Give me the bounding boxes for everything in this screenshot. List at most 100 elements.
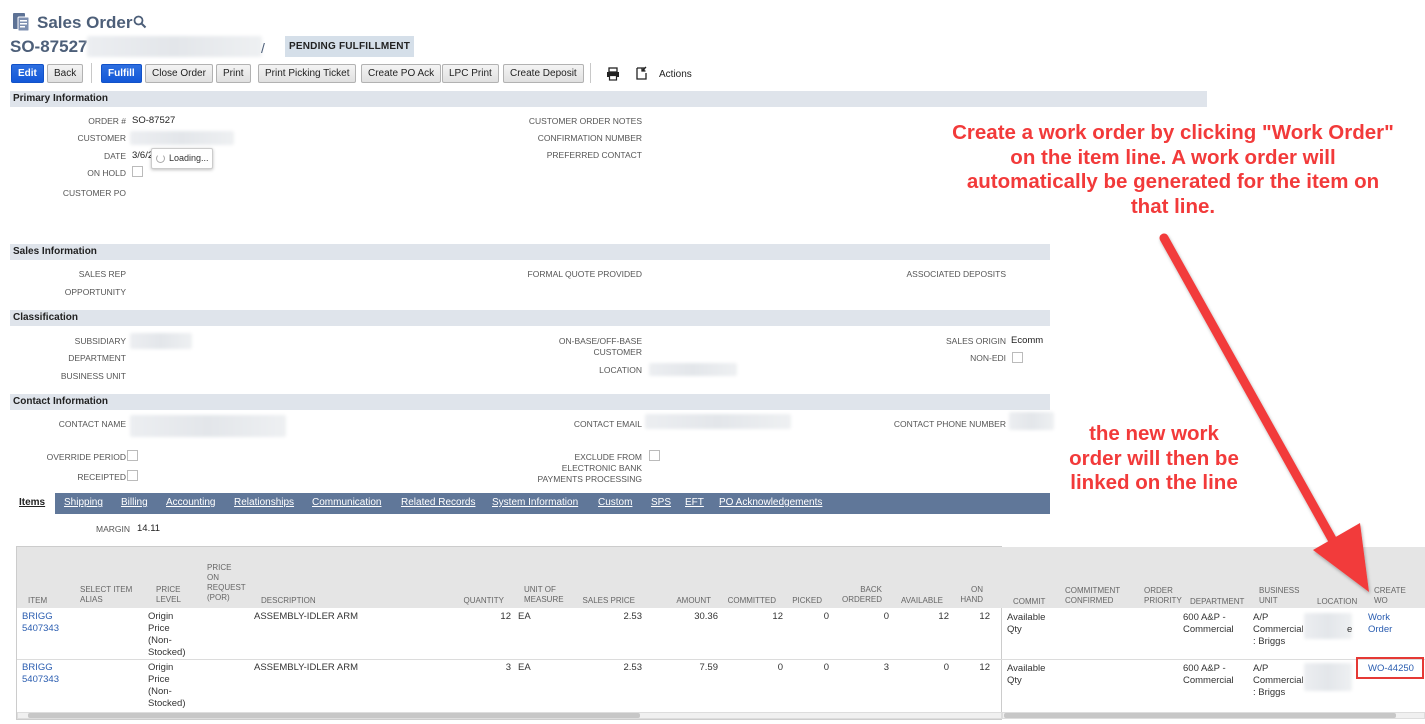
row1-price-level: Origin Price (Non- Stocked): [148, 611, 186, 658]
redacted-customer-name: [87, 36, 262, 57]
opportunity-label: OPPORTUNITY: [64, 287, 126, 297]
on-hold-label: ON HOLD: [87, 168, 126, 178]
col-header-business-unit[interactable]: BUSINESS UNIT: [1259, 586, 1299, 606]
search-icon[interactable]: [133, 15, 147, 29]
exclude-from-ebp-checkbox[interactable]: [649, 450, 660, 461]
tab-po-acknowledgements[interactable]: PO Acknowledgements: [719, 497, 822, 508]
row2-price-level: Origin Price (Non- Stocked): [148, 662, 186, 709]
contact-name-label: CONTACT NAME: [58, 419, 126, 429]
col-header-create-wo[interactable]: CREATE WO: [1374, 586, 1406, 606]
create-po-ack-button[interactable]: Create PO Ack: [361, 64, 442, 83]
redacted-contact-email: [645, 414, 791, 429]
sales-origin-label: SALES ORIGIN: [946, 336, 1006, 346]
lpc-print-button[interactable]: LPC Print: [442, 64, 499, 83]
col-header-location[interactable]: LOCATION: [1317, 597, 1357, 607]
receipted-label: RECEIPTED: [77, 472, 126, 482]
margin-value: 14.11: [137, 523, 161, 534]
col-header-committed[interactable]: COMMITTED: [728, 596, 776, 606]
items-table-scrollbar-thumb[interactable]: [28, 713, 640, 718]
on-hold-checkbox[interactable]: [132, 166, 143, 177]
close-order-button[interactable]: Close Order: [145, 64, 213, 83]
col-header-amount[interactable]: AMOUNT: [676, 596, 711, 606]
row1-business-unit: A/P Commercial : Briggs: [1253, 612, 1304, 647]
page-title: Sales Order: [37, 13, 133, 32]
items-table-continued-scrollbar-thumb[interactable]: [1004, 713, 1396, 718]
row2-quantity: 3: [505, 662, 511, 673]
fulfill-button[interactable]: Fulfill: [101, 64, 142, 83]
tab-communication[interactable]: Communication: [312, 497, 381, 508]
toolbar-divider: [91, 63, 92, 83]
section-sales-information[interactable]: Sales Information: [10, 244, 1050, 260]
print-button[interactable]: Print: [216, 64, 251, 83]
row2-business-unit: A/P Commercial : Briggs: [1253, 663, 1304, 698]
tab-billing[interactable]: Billing: [121, 497, 148, 508]
row1-back-ordered: 0: [883, 611, 889, 622]
location-label: LOCATION: [599, 365, 642, 375]
col-header-commit[interactable]: COMMIT: [1013, 597, 1045, 607]
section-contact-information[interactable]: Contact Information: [10, 394, 1050, 410]
linked-work-order-annotation: the new work order will then be linked o…: [1069, 422, 1239, 495]
title-separator: /: [261, 40, 265, 56]
redacted-contact-name: [130, 415, 286, 437]
col-header-on-hand[interactable]: ON HAND: [960, 585, 983, 605]
sales-order-record-icon: [13, 13, 30, 32]
row2-amount: 7.59: [699, 662, 719, 673]
col-header-back-ordered[interactable]: BACK ORDERED: [842, 585, 882, 605]
section-primary-information[interactable]: Primary Information: [10, 91, 1207, 107]
preferred-contact-label: PREFERRED CONTACT: [546, 150, 642, 160]
col-header-description[interactable]: DESCRIPTION: [261, 596, 316, 606]
create-deposit-button[interactable]: Create Deposit: [503, 64, 584, 83]
tab-sps[interactable]: SPS: [651, 497, 671, 508]
date-label: DATE: [103, 151, 126, 161]
confirmation-number-label: CONFIRMATION NUMBER: [537, 133, 642, 143]
redacted-location-value: [649, 363, 737, 376]
toolbar-divider: [590, 63, 591, 83]
redacted-subsidiary-value: [130, 333, 192, 349]
redacted-contact-phone: [1009, 412, 1054, 430]
col-header-por[interactable]: PRICE ON REQUEST (POR): [207, 563, 246, 603]
row1-item-link[interactable]: BRIGG 5407343: [22, 611, 59, 635]
back-button[interactable]: Back: [47, 64, 84, 83]
col-header-commitment-confirmed[interactable]: COMMITMENT CONFIRMED: [1065, 586, 1120, 606]
override-period-checkbox[interactable]: [127, 450, 138, 461]
row1-on-hand: 12: [979, 611, 990, 622]
tab-system-information[interactable]: System Information: [492, 497, 578, 508]
order-number-value: SO-87527: [132, 115, 176, 126]
print-picking-ticket-button[interactable]: Print Picking Ticket: [258, 64, 357, 83]
col-header-price-level[interactable]: PRICE LEVEL: [156, 585, 181, 605]
tab-accounting[interactable]: Accounting: [166, 497, 215, 508]
col-header-unit-of-measure[interactable]: UNIT OF MEASURE: [524, 585, 564, 605]
row-separator: [17, 659, 1002, 660]
row1-description: ASSEMBLY-IDLER ARM: [254, 611, 359, 622]
tab-eft[interactable]: EFT: [685, 497, 704, 508]
row2-department: 600 A&P - Commercial: [1183, 663, 1234, 686]
row1-work-order-link[interactable]: Work Order: [1368, 612, 1392, 636]
actions-menu-label[interactable]: Actions: [659, 69, 692, 80]
col-header-quantity[interactable]: QUANTITY: [464, 596, 504, 606]
row2-uom: EA: [518, 662, 531, 673]
tab-items[interactable]: Items: [19, 497, 45, 508]
col-header-picked[interactable]: PICKED: [792, 596, 822, 606]
redacted-customer-value: [130, 131, 234, 145]
actions-menu-icon[interactable]: [634, 66, 648, 81]
receipted-checkbox[interactable]: [127, 470, 138, 481]
col-header-sales-price[interactable]: SALES PRICE: [583, 596, 635, 606]
section-classification[interactable]: Classification: [10, 310, 1050, 326]
row2-item-link[interactable]: BRIGG 5407343: [22, 662, 59, 686]
tab-related-records[interactable]: Related Records: [401, 497, 475, 508]
col-header-item[interactable]: ITEM: [28, 596, 47, 606]
row1-redacted-location: [1304, 613, 1352, 639]
non-edi-checkbox[interactable]: [1012, 352, 1023, 363]
non-edi-label: NON-EDI: [970, 353, 1006, 363]
printer-icon[interactable]: [606, 67, 620, 81]
tab-relationships[interactable]: Relationships: [234, 497, 294, 508]
row2-available: 0: [943, 662, 949, 673]
tab-custom[interactable]: Custom: [598, 497, 632, 508]
col-header-order-priority[interactable]: ORDER PRIORITY: [1144, 586, 1182, 606]
tab-shipping[interactable]: Shipping: [64, 497, 103, 508]
col-header-department[interactable]: DEPARTMENT: [1190, 597, 1244, 607]
edit-button[interactable]: Edit: [11, 64, 44, 83]
col-header-select-item-alias[interactable]: SELECT ITEM ALIAS: [80, 585, 132, 605]
customer-po-label: CUSTOMER PO: [62, 188, 126, 198]
col-header-available[interactable]: AVAILABLE: [901, 596, 943, 606]
